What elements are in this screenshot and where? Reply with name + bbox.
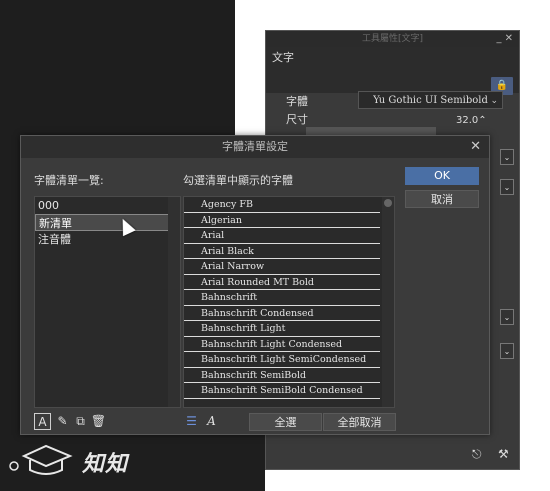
scrollbar[interactable] <box>382 197 394 407</box>
side-dropdown-button[interactable]: ⌄ <box>500 343 514 359</box>
font-preview-icon[interactable]: A <box>203 413 220 430</box>
font-item[interactable]: Arial Rounded MT Bold <box>184 275 380 290</box>
tool-panel-header-label: 文字 <box>272 51 294 64</box>
list-item[interactable]: 注音體 <box>35 231 180 248</box>
font-item[interactable]: Bahnschrift Condensed <box>184 306 380 321</box>
window-controls[interactable]: _ ✕ <box>496 31 513 47</box>
size-slider[interactable] <box>306 127 436 135</box>
font-item[interactable]: Arial Narrow <box>184 259 380 275</box>
list-item-selected[interactable]: 新清單 <box>35 214 180 231</box>
font-item[interactable]: Bahnschrift Light Condensed <box>184 337 380 352</box>
font-select[interactable]: Yu Gothic UI Semibold ⌄ <box>358 91 503 109</box>
font-item[interactable]: Arial <box>184 228 380 244</box>
side-dropdown-button[interactable]: ⌄ <box>500 149 514 165</box>
edit-icon[interactable]: ✎ <box>54 413 71 430</box>
ok-button[interactable]: OK <box>405 167 479 185</box>
tool-panel-titlebar: 工具屬性[文字] _ ✕ <box>266 31 519 47</box>
font-label: 字體 <box>286 95 308 108</box>
tool-panel-header: 文字 🔒 <box>266 47 519 95</box>
size-label: 尺寸 <box>286 113 308 126</box>
font-item[interactable]: Bahnschrift SemiBold Condensed <box>184 383 380 399</box>
font-item[interactable]: Arial Black <box>184 244 380 259</box>
side-dropdown-button[interactable]: ⌄ <box>500 179 514 195</box>
font-item[interactable]: Bahnschrift SemiBold <box>184 368 380 383</box>
font-item[interactable]: Bahnschrift <box>184 290 380 306</box>
cancel-button[interactable]: 取消 <box>405 190 479 208</box>
duplicate-icon[interactable]: ⧉ <box>72 413 89 430</box>
side-dropdown-button[interactable]: ⌄ <box>500 309 514 325</box>
font-item[interactable]: Bahnschrift Light SemiCondensed <box>184 352 380 368</box>
add-list-icon[interactable]: A <box>34 413 51 430</box>
wrench-icon[interactable]: ⚒ <box>498 447 509 461</box>
dialog-title: 字體清單設定 <box>21 136 489 158</box>
scrollbar[interactable] <box>168 197 180 407</box>
font-select-value: Yu Gothic UI Semibold <box>373 95 488 106</box>
font-item[interactable]: Algerian <box>184 213 380 228</box>
font-item[interactable]: Agency FB <box>184 197 380 213</box>
chevron-down-icon: ⌄ <box>490 96 498 106</box>
right-list-heading: 勾選清單中顯示的字體 <box>183 174 293 187</box>
select-all-button[interactable]: 全選 <box>249 413 322 431</box>
watermark-text: 知知 <box>82 452 129 477</box>
left-list-heading: 字體清單一覽: <box>34 174 104 187</box>
tool-panel-title: 工具屬性[文字] <box>361 34 424 44</box>
watermark: 知知 <box>8 440 148 480</box>
font-lists-panel: 000 新清單 注音體 <box>34 196 181 408</box>
font-checklist: Agency FB Algerian Arial Arial Black Ari… <box>183 196 395 408</box>
scrollbar-thumb[interactable] <box>384 199 392 207</box>
logo-icon <box>9 444 73 475</box>
list-view-icon[interactable]: ☰ <box>183 413 200 430</box>
download-icon[interactable]: ⎋ <box>472 447 482 462</box>
font-list-settings-dialog: 字體清單設定 ✕ 字體清單一覽: 勾選清單中顯示的字體 000 新清單 注音體 … <box>20 135 490 435</box>
font-item[interactable]: Bahnschrift Light <box>184 321 380 337</box>
size-value[interactable]: 32.0⌃ <box>456 115 487 126</box>
trash-icon[interactable]: 🗑 <box>90 413 107 430</box>
close-icon[interactable]: ✕ <box>470 136 481 158</box>
list-item[interactable]: 000 <box>35 197 180 214</box>
deselect-all-button[interactable]: 全部取消 <box>323 413 396 431</box>
